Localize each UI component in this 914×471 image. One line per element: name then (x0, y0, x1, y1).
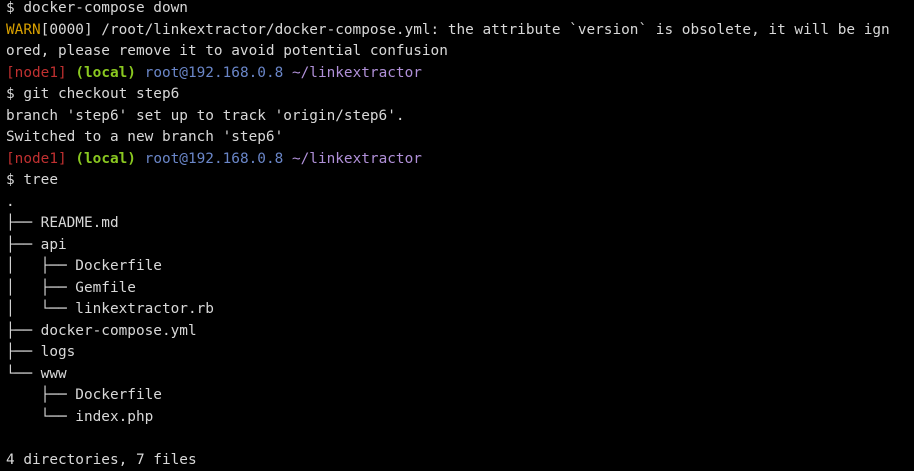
warning-text: [0000] /root/linkextractor/docker-compos… (40, 21, 890, 38)
tree-line: ├── Dockerfile (6, 387, 162, 403)
prompt-user-host: root@192.168.0.8 (144, 150, 284, 167)
command-line: $ docker-compose down (6, 0, 188, 16)
terminal-window[interactable]: $ docker-compose down WARN[0000] /root/l… (0, 0, 914, 471)
tree-line: ├── docker-compose.yml (6, 322, 197, 339)
shell-prompt: [node1] (local) root@192.168.0.8 ~/linke… (6, 63, 422, 85)
command-line: $ tree (6, 172, 58, 188)
warning-line: WARN[0000] /root/linkextractor/docker-co… (6, 20, 890, 42)
tree-line: └── www (6, 365, 67, 382)
tree-line: │ ├── Gemfile (6, 279, 136, 296)
output-line: Switched to a new branch 'step6' (6, 129, 284, 145)
warn-tag: WARN (6, 21, 41, 38)
prompt-local: (local) (75, 150, 136, 167)
prompt-node: [node1] (6, 64, 67, 81)
output-line: branch 'step6' set up to track 'origin/s… (6, 107, 405, 124)
warning-continuation: ored, please remove it to avoid potentia… (6, 43, 448, 59)
tree-line: ├── api (6, 236, 67, 253)
tree-summary: 4 directories, 7 files (6, 451, 197, 468)
shell-prompt: [node1] (local) root@192.168.0.8 ~/linke… (6, 149, 422, 171)
prompt-local: (local) (75, 64, 136, 81)
prompt-node: [node1] (6, 150, 67, 167)
tree-line: │ ├── Dockerfile (6, 258, 162, 274)
prompt-path: ~/linkextractor (291, 150, 422, 167)
tree-line: │ └── linkextractor.rb (6, 301, 214, 317)
tree-line: └── index.php (6, 408, 154, 425)
tree-line: ├── README.md (6, 215, 119, 231)
tree-line: . (6, 193, 15, 210)
command-line: $ git checkout step6 (6, 86, 180, 102)
prompt-path: ~/linkextractor (291, 64, 422, 81)
prompt-user-host: root@192.168.0.8 (144, 64, 284, 81)
tree-line: ├── logs (6, 344, 76, 360)
